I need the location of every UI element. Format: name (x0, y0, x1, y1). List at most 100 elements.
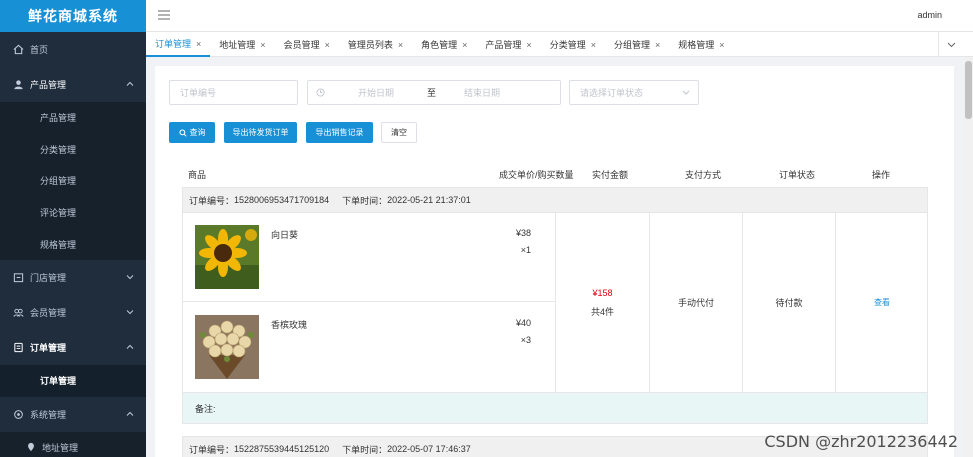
sidebar-item-label: 订单管理 (30, 342, 67, 353)
search-button[interactable]: 查询 (169, 122, 215, 143)
product-price: ¥38 (515, 228, 531, 238)
tab-roles[interactable]: 角色管理 × (412, 32, 476, 57)
sidebar: 鲜花商城系统 首页 产品管理 产品管理 分类管理 分组管理 评论管理 规格管理 … (0, 0, 146, 457)
scrollbar-thumb[interactable] (965, 61, 972, 119)
select-placeholder: 请选择订单状态 (580, 88, 644, 98)
order-item-count: 共4件 (590, 306, 614, 317)
close-icon[interactable]: × (260, 40, 265, 50)
search-icon (178, 128, 187, 137)
tab-label: 地址管理 (219, 40, 256, 50)
tab-label: 分组管理 (613, 40, 650, 50)
date-range-picker[interactable]: 开始日期 至 结束日期 (307, 80, 561, 105)
order-action-cell: 查看 (835, 213, 928, 392)
order-no-label: 订单编号： (189, 195, 235, 206)
order-header: 订单编号： 1528006953471709184 下单时间： 2022-05-… (183, 188, 927, 213)
close-icon[interactable]: × (462, 40, 467, 50)
sidebar-subitem-products[interactable]: 产品管理 (0, 102, 146, 134)
sidebar-item-member-mgmt[interactable]: 会员管理 (0, 295, 146, 330)
store-icon (12, 271, 24, 283)
close-icon[interactable]: × (398, 40, 403, 50)
table-header: 商品 成交单价/购买数量 实付金额 支付方式 订单状态 操作 (182, 164, 927, 184)
close-icon[interactable]: × (655, 40, 660, 50)
sidebar-subitem-groups[interactable]: 分组管理 (0, 165, 146, 197)
order-number-input[interactable]: 订单编号 (169, 80, 298, 105)
sidebar-item-label: 首页 (30, 45, 49, 55)
order-status-cell: 待付款 (742, 213, 835, 392)
tab-members[interactable]: 会员管理 × (275, 32, 339, 57)
sidebar-item-order-mgmt[interactable]: 订单管理 (0, 330, 146, 365)
product-submenu: 产品管理 分类管理 分组管理 评论管理 规格管理 (0, 102, 146, 260)
main-content: 订单编号 开始日期 至 结束日期 请选择订单状态 查询 导出待发货订单 导出销售… (155, 66, 954, 457)
sidebar-item-home[interactable]: 首页 (0, 32, 146, 67)
sidebar-item-system-mgmt[interactable]: 系统管理 (0, 397, 146, 432)
close-icon[interactable]: × (196, 39, 201, 49)
tab-products[interactable]: 产品管理 × (476, 32, 540, 57)
location-icon (26, 442, 38, 452)
close-icon[interactable]: × (526, 40, 531, 50)
sidebar-subitem-categories[interactable]: 分类管理 (0, 134, 146, 166)
tab-label: 产品管理 (485, 40, 522, 50)
chevron-up-icon (126, 411, 134, 416)
order-card: 订单编号： 1528006953471709184 下单时间： 2022-05-… (182, 187, 928, 424)
chevron-down-icon (682, 90, 690, 95)
chevron-down-icon (947, 42, 956, 47)
clear-button[interactable]: 清空 (381, 122, 417, 143)
vertical-scrollbar[interactable] (964, 57, 973, 457)
order-status: 待付款 (775, 298, 803, 308)
tab-specs[interactable]: 规格管理 × (669, 32, 733, 57)
sidebar-subitem-specs[interactable]: 规格管理 (0, 228, 146, 260)
hamburger-menu-icon[interactable] (158, 10, 170, 20)
sidebar-subitem-orders[interactable]: 订单管理 (0, 364, 146, 397)
tab-label: 分类管理 (549, 40, 586, 50)
chevron-down-icon (126, 310, 134, 315)
sidebar-item-label: 门店管理 (30, 272, 67, 283)
close-icon[interactable]: × (719, 40, 724, 50)
tab-orders[interactable]: 订单管理 × (146, 32, 211, 57)
sidebar-subitem-label: 地址管理 (42, 442, 79, 453)
sidebar-menu: 首页 产品管理 产品管理 分类管理 分组管理 评论管理 规格管理 门店管理 会员… (0, 32, 146, 457)
col-header-status: 订单状态 (779, 170, 816, 180)
sidebar-item-product-mgmt[interactable]: 产品管理 (0, 67, 146, 102)
chevron-up-icon (126, 344, 134, 349)
chevron-down-icon (126, 275, 134, 280)
search-button-label: 查询 (189, 128, 206, 137)
order-amount-cell: ¥158 共4件 (555, 213, 649, 392)
tab-label: 会员管理 (283, 40, 320, 50)
export-pending-orders-button[interactable]: 导出待发货订单 (224, 122, 297, 143)
order-status-select[interactable]: 请选择订单状态 (569, 80, 699, 105)
tab-admins[interactable]: 管理员列表 × (339, 32, 412, 57)
tab-label: 订单管理 (155, 39, 192, 49)
order-time: 2022-05-07 17:46:37 (387, 444, 471, 454)
start-date-placeholder: 开始日期 (358, 88, 395, 98)
payment-method: 手动代付 (677, 298, 714, 308)
tab-categories[interactable]: 分类管理 × (541, 32, 605, 57)
order-no-label: 订单编号： (189, 444, 235, 455)
app-logo-title: 鲜花商城系统 (0, 0, 146, 32)
remark-label: 备注: (195, 403, 216, 414)
sidebar-subitem-reviews[interactable]: 评论管理 (0, 197, 146, 229)
user-name[interactable]: admin (917, 10, 942, 20)
sidebar-item-label: 会员管理 (30, 307, 67, 318)
tabs-more-button[interactable] (938, 32, 964, 57)
order-no: 1522875539445125120 (234, 444, 330, 454)
export-sales-records-button[interactable]: 导出销售记录 (306, 122, 373, 143)
tab-groups[interactable]: 分组管理 × (605, 32, 669, 57)
product-name: 向日葵 (271, 230, 299, 240)
sidebar-item-label: 产品管理 (30, 80, 67, 90)
tab-address[interactable]: 地址管理 × (210, 32, 274, 57)
order-body: 向日葵 ¥38 ×1 香槟玫瑰 ¥40 ×3 ¥158 共4件 手动代付 待付款… (183, 213, 927, 392)
product-qty: ×1 (520, 245, 531, 255)
close-icon[interactable]: × (591, 40, 596, 50)
order-time: 2022-05-21 21:37:01 (387, 195, 471, 205)
gear-icon (12, 408, 24, 420)
sidebar-item-store-mgmt[interactable]: 门店管理 (0, 260, 146, 295)
product-qty: ×3 (520, 335, 531, 345)
order-no: 1528006953471709184 (234, 195, 330, 205)
close-icon[interactable]: × (325, 40, 330, 50)
home-icon (12, 44, 24, 56)
view-order-link[interactable]: 查看 (874, 297, 890, 308)
sunflower-image (195, 225, 259, 289)
sidebar-subitem-address[interactable]: 地址管理 (0, 432, 146, 457)
top-header: admin (146, 0, 973, 32)
order-submenu: 订单管理 (0, 364, 146, 397)
